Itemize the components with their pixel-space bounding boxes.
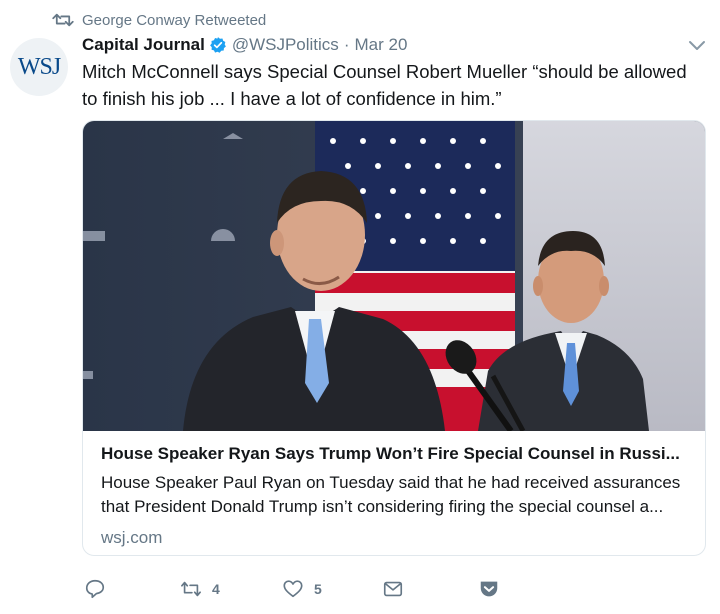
avatar-text: WSJ	[17, 53, 61, 80]
like-count: 5	[314, 581, 322, 597]
reply-icon	[85, 579, 105, 599]
tweet-header: Capital Journal @WSJPolitics · Mar 20	[82, 34, 407, 56]
header-separator: ·	[343, 35, 350, 54]
card-domain: wsj.com	[101, 528, 163, 547]
card-description: House Speaker Paul Ryan on Tuesday said …	[101, 473, 681, 516]
retweet-count: 4	[212, 581, 220, 597]
retweet-label: George Conway Retweeted	[82, 11, 267, 29]
reply-button[interactable]	[84, 578, 116, 600]
pocket-icon	[480, 581, 498, 597]
tweet-text: Mitch McConnell says Special Counsel Rob…	[82, 61, 687, 109]
tweet-date[interactable]: Mar 20	[354, 35, 407, 55]
retweet-button[interactable]: 4	[180, 578, 220, 600]
like-button[interactable]: 5	[282, 578, 322, 600]
direct-message-button[interactable]	[382, 578, 404, 600]
like-icon	[283, 580, 303, 598]
author-name[interactable]: Capital Journal	[82, 35, 205, 55]
retweet-icon	[181, 581, 201, 597]
link-card[interactable]: House Speaker Ryan Says Trump Won’t Fire…	[82, 120, 706, 556]
card-photo	[83, 121, 705, 431]
author-handle[interactable]: @WSJPolitics	[232, 35, 339, 55]
avatar[interactable]: WSJ	[10, 38, 68, 96]
retweet-icon	[52, 13, 74, 27]
card-body: House Speaker Ryan Says Trump Won’t Fire…	[101, 443, 697, 549]
tweet-actions: 4 5	[82, 578, 512, 604]
pocket-button[interactable]	[478, 578, 500, 600]
message-icon	[383, 581, 403, 597]
card-title[interactable]: House Speaker Ryan Says Trump Won’t Fire…	[101, 443, 697, 465]
chevron-down-icon[interactable]	[688, 40, 706, 52]
verified-badge-icon	[209, 37, 226, 53]
retweet-context[interactable]: George Conway Retweeted	[52, 10, 266, 30]
